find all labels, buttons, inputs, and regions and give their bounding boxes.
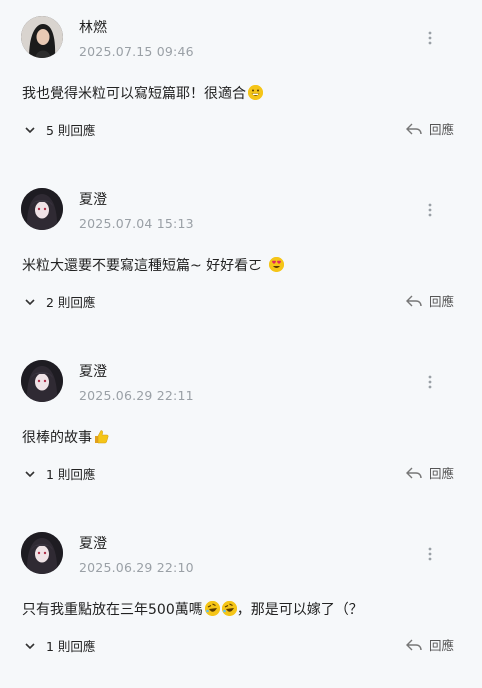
replies-toggle[interactable]: 5 則回應	[24, 120, 95, 139]
comment-text-end: ，那是可以嫁了（？	[236, 602, 363, 618]
comment-body: 米粒大還要不要寫這種短篇~ 好好看ㄛ	[22, 255, 284, 275]
reply-arrow-icon	[406, 295, 422, 306]
replies-count: 1 則回應	[46, 467, 96, 482]
chevron-down-icon	[25, 126, 35, 133]
comment-body: 很棒的故事	[22, 427, 109, 447]
more-options-icon[interactable]	[420, 372, 440, 392]
comment-author[interactable]: 夏澄	[79, 361, 107, 381]
comment-text: 很棒的故事	[22, 430, 92, 446]
reply-label: 回應	[429, 294, 455, 309]
comment-body: 只有我重點放在三年500萬嗎 ，那是可以嫁了（？	[22, 599, 363, 619]
user-avatar-icon	[21, 360, 63, 402]
rolling-laughing-emoji	[221, 601, 237, 616]
replies-toggle[interactable]: 1 則回應	[24, 464, 95, 483]
comment-text-start: 只有我重點放在三年500萬嗎	[22, 602, 203, 618]
replies-toggle[interactable]: 1 則回應	[24, 636, 95, 655]
reply-arrow-icon	[406, 639, 422, 650]
reply-label: 回應	[429, 122, 455, 137]
more-options-icon[interactable]	[420, 200, 440, 220]
replies-toggle[interactable]: 2 則回應	[24, 292, 95, 311]
rolling-laughing-emoji	[204, 601, 220, 616]
more-options-icon[interactable]	[420, 544, 440, 564]
comment-item: 夏澄 2025.06.29 22:11 很棒的故事 1 則回應 回應	[0, 344, 482, 516]
reply-button[interactable]: 回應	[405, 463, 454, 482]
reply-label: 回應	[429, 466, 455, 481]
avatar[interactable]	[21, 532, 63, 574]
comment-timestamp: 2025.06.29 22:10	[79, 560, 194, 575]
chevron-down-icon	[25, 642, 35, 649]
reply-button[interactable]: 回應	[405, 291, 454, 310]
comment-item: 夏澄 2025.07.04 15:13 米粒大還要不要寫這種短篇~ 好好看ㄛ 2…	[0, 172, 482, 344]
avatar[interactable]	[21, 16, 63, 58]
comment-author[interactable]: 夏澄	[79, 533, 107, 553]
comment-author[interactable]: 夏澄	[79, 189, 107, 209]
comment-author[interactable]: 林燃	[79, 17, 107, 37]
comment-timestamp: 2025.07.04 15:13	[79, 216, 194, 231]
reply-arrow-icon	[406, 467, 422, 478]
reply-label: 回應	[429, 638, 455, 653]
comment-body: 我也覺得米粒可以寫短篇耶！很適合	[22, 83, 263, 103]
replies-count: 1 則回應	[46, 639, 96, 654]
avatar[interactable]	[21, 188, 63, 230]
heart-eyes-emoji	[268, 257, 284, 272]
comment-timestamp: 2025.07.15 09:46	[79, 44, 194, 59]
chevron-down-icon	[25, 470, 35, 477]
comment-item: 林燃 2025.07.15 09:46 我也覺得米粒可以寫短篇耶！很適合 5 則…	[0, 0, 482, 172]
user-avatar-icon	[21, 16, 63, 58]
comment-item: 夏澄 2025.06.29 22:10 只有我重點放在三年500萬嗎 ，那是可以嫁…	[0, 516, 482, 688]
replies-count: 5 則回應	[46, 123, 96, 138]
comment-timestamp: 2025.06.29 22:11	[79, 388, 194, 403]
user-avatar-icon	[21, 188, 63, 230]
reply-button[interactable]: 回應	[405, 635, 454, 654]
chevron-down-icon	[25, 298, 35, 305]
replies-count: 2 則回應	[46, 295, 96, 310]
reply-arrow-icon	[406, 123, 422, 134]
grinning-face-emoji	[248, 85, 263, 100]
comment-text: 米粒大還要不要寫這種短篇~ 好好看ㄛ	[22, 258, 263, 274]
avatar[interactable]	[21, 360, 63, 402]
comment-text: 我也覺得米粒可以寫短篇耶！很適合	[22, 86, 246, 102]
thumbs-up-emoji	[94, 429, 109, 444]
reply-button[interactable]: 回應	[405, 119, 454, 138]
user-avatar-icon	[21, 532, 63, 574]
more-options-icon[interactable]	[420, 28, 440, 48]
